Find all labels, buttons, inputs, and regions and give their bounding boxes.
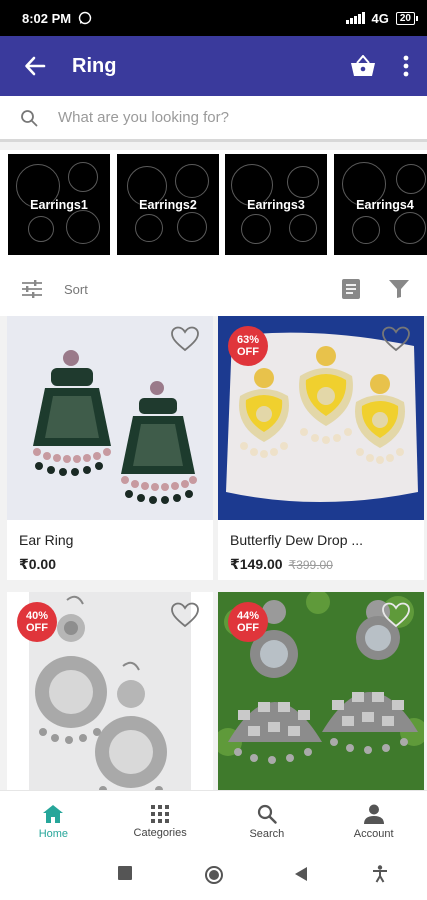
- filter-icon: [389, 280, 409, 298]
- wishlist-heart-icon[interactable]: [171, 602, 199, 628]
- discount-percent: 40%: [25, 610, 49, 622]
- discount-percent: 63%: [236, 334, 260, 346]
- search-icon: [21, 109, 38, 126]
- product-card[interactable]: Ear Ring ₹0.00: [7, 316, 213, 580]
- grid-dots-icon: [151, 804, 170, 823]
- nav-home-label: Home: [38, 827, 69, 840]
- category-item[interactable]: Earrings1: [8, 154, 110, 255]
- basket-icon: [351, 55, 375, 76]
- system-navigation-bar: [0, 852, 427, 900]
- category-item[interactable]: Earrings4: [334, 154, 427, 255]
- category-item[interactable]: Earrings2: [117, 154, 219, 255]
- more-vert-icon: [403, 55, 409, 77]
- cart-button[interactable]: [341, 36, 385, 96]
- category-item[interactable]: Earrings3: [225, 154, 327, 255]
- category-label: Earrings3: [247, 197, 305, 212]
- discount-percent: 44%: [236, 610, 260, 622]
- tune-icon: [22, 280, 42, 298]
- nav-search[interactable]: Search: [214, 791, 321, 852]
- bottom-navigation: Home Categories Search Account: [0, 790, 427, 852]
- category-strip: Earrings1 Earrings2 Earrings3 Earrings4: [0, 150, 427, 262]
- sort-label[interactable]: Sort: [64, 282, 331, 297]
- search-input[interactable]: [58, 109, 427, 126]
- network-type: 4G: [371, 10, 389, 26]
- status-bar: 8:02 PM 4G 20: [0, 0, 427, 36]
- home-circle-icon[interactable]: [204, 865, 224, 885]
- product-name: Butterfly Dew Drop ...: [230, 532, 364, 548]
- category-label: Earrings4: [356, 197, 414, 212]
- discount-badge: 40% OFF: [17, 602, 57, 642]
- discount-off-label: OFF: [26, 622, 48, 634]
- back-arrow-icon: [25, 56, 46, 76]
- nav-categories-label: Categories: [133, 826, 187, 839]
- discount-off-label: OFF: [237, 622, 259, 634]
- category-label: Earrings1: [30, 197, 88, 212]
- list-view-icon: [342, 279, 360, 299]
- filter-button[interactable]: [371, 279, 427, 299]
- search-bar: [0, 96, 427, 142]
- nav-account-label: Account: [353, 827, 394, 840]
- back-button[interactable]: [0, 36, 70, 96]
- status-time: 8:02 PM: [22, 10, 72, 26]
- view-toggle-button[interactable]: [331, 279, 371, 299]
- person-icon: [363, 804, 384, 824]
- accessibility-icon[interactable]: [372, 865, 388, 883]
- signal-icon: [345, 12, 365, 24]
- discount-badge: 44% OFF: [228, 602, 268, 642]
- sort-button[interactable]: [0, 279, 64, 299]
- whatsapp-icon: [78, 11, 92, 25]
- sort-filter-toolbar: Sort: [0, 262, 427, 316]
- search-icon: [257, 804, 277, 824]
- product-price: ₹149.00 ₹399.00: [230, 556, 333, 573]
- back-triangle-icon[interactable]: [294, 866, 308, 882]
- nav-account[interactable]: Account: [320, 791, 427, 852]
- product-sale-price: ₹149.00: [230, 556, 283, 572]
- product-grid: Ear Ring ₹0.00 63% OFF Butterfly Dew Dro…: [0, 316, 427, 790]
- product-card[interactable]: 40% OFF: [7, 592, 213, 790]
- product-price: ₹0.00: [19, 556, 56, 573]
- discount-badge: 63% OFF: [228, 326, 268, 366]
- nav-home[interactable]: Home: [0, 791, 107, 852]
- product-sale-price: ₹0.00: [19, 556, 56, 572]
- discount-off-label: OFF: [237, 346, 259, 358]
- home-icon: [43, 804, 64, 823]
- app-bar: Ring: [0, 36, 427, 96]
- wishlist-heart-icon[interactable]: [382, 326, 410, 352]
- product-name: Ear Ring: [19, 532, 74, 548]
- product-mrp: ₹399.00: [288, 558, 333, 572]
- recents-square-icon[interactable]: [118, 866, 132, 880]
- page-title: Ring: [72, 54, 117, 77]
- more-options-button[interactable]: [385, 36, 427, 96]
- product-card[interactable]: 44% OFF: [218, 592, 424, 790]
- nav-search-label: Search: [249, 827, 285, 840]
- category-label: Earrings2: [139, 197, 197, 212]
- nav-categories[interactable]: Categories: [107, 791, 214, 852]
- battery-icon: 20: [395, 11, 419, 25]
- product-card[interactable]: 63% OFF Butterfly Dew Drop ... ₹149.00 ₹3…: [218, 316, 424, 580]
- wishlist-heart-icon[interactable]: [171, 326, 199, 352]
- wishlist-heart-icon[interactable]: [382, 602, 410, 628]
